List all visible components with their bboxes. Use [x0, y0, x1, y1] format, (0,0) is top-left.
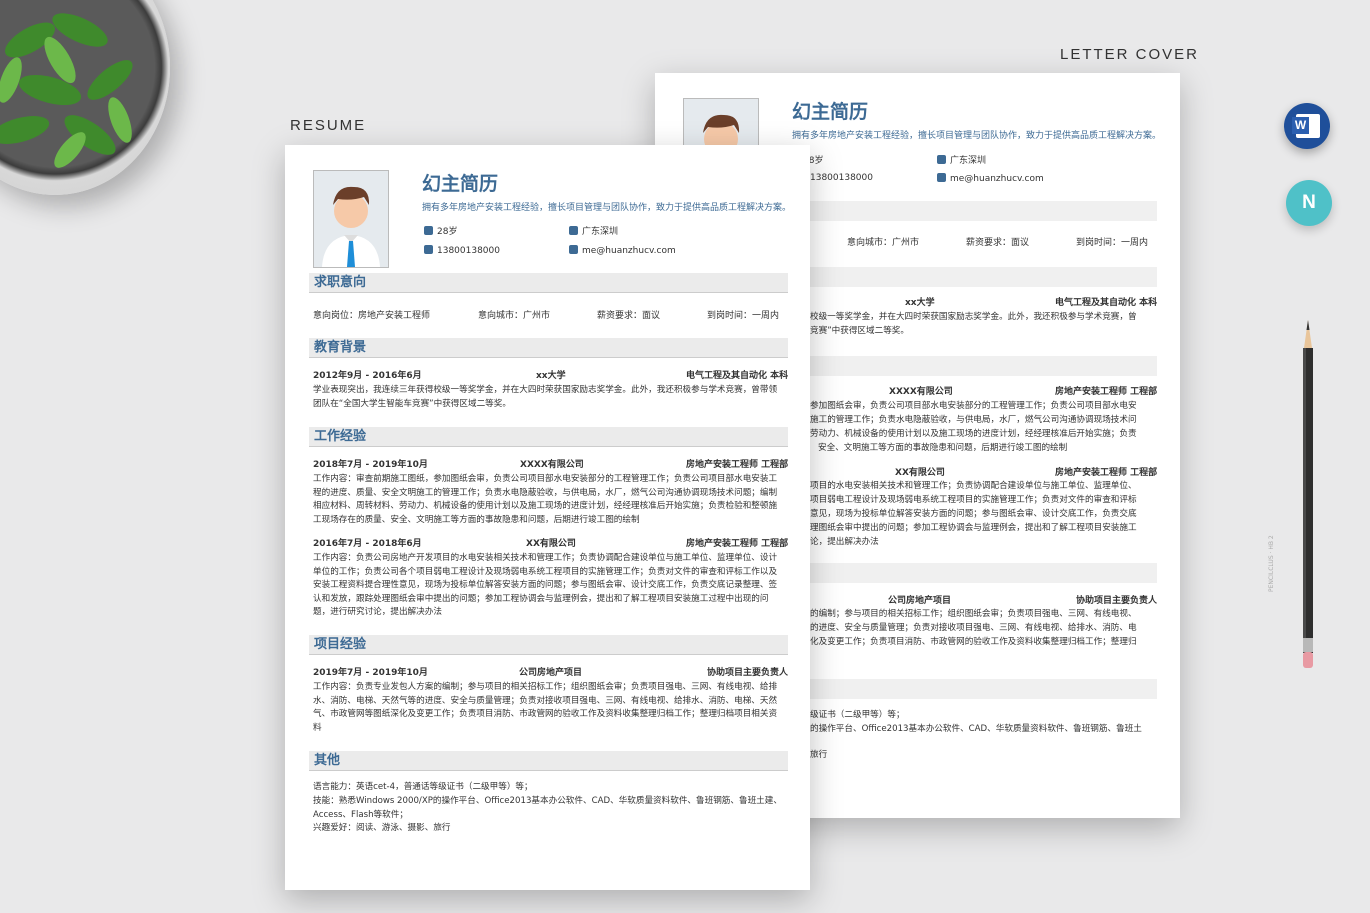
front-resume-page: 幻主简历 拥有多年房地产安装工程经验，擅长项目管理与团队协作，致力于提供高品质工…: [285, 145, 810, 890]
intent-position: 意向岗位：房地产安装工程师: [313, 311, 431, 321]
back-project-line: 的编制；参与项目的相关招标工作；组织图纸会审；负责项目强电、三网、有线电视、: [810, 609, 1137, 619]
resume-label: RESUME: [290, 117, 367, 134]
word-icon[interactable]: W: [1284, 103, 1330, 149]
back-project-role: 协助项目主要负责人: [1076, 596, 1158, 606]
back-w2-company: XX有限公司: [895, 468, 945, 478]
back-w1-line: 劳动力、机械设备的使用计划以及施工现场的进度计划，经经理核准后开始实施；负责: [810, 429, 1137, 439]
back-w2-line: 论，提出解决办法: [810, 537, 879, 547]
edu-school: xx大学: [536, 371, 566, 381]
project-role: 协助项目主要负责人: [707, 668, 789, 678]
intent-city: 意向城市：广州市: [478, 311, 551, 321]
other-hobby: 兴趣爱好：阅读、游泳、摄影、旅行: [313, 823, 451, 833]
back-w1-line: 安全、文明施工等方面的事故隐患和问题，后期进行竣工图的绘制: [818, 443, 1068, 453]
back-intent-city: 意向城市：广州市: [847, 238, 920, 248]
back-edu-line: 竞赛”中获得区域二等奖。: [810, 326, 909, 336]
back-w1-title: 房地产安装工程师 工程部: [1055, 387, 1158, 397]
section-work: 工作经验: [309, 427, 788, 447]
work-title: 房地产安装工程师 工程部: [686, 460, 789, 470]
work-title: 房地产安装工程师 工程部: [686, 539, 789, 549]
back-phone: 13800138000: [810, 173, 873, 183]
email-icon: [937, 173, 946, 182]
avatar: [313, 170, 389, 268]
back-intent-arrival: 到岗时间：一周内: [1076, 238, 1149, 248]
project-name: 公司房地产项目: [519, 668, 583, 678]
section-other: 其他: [309, 751, 788, 771]
work-date: 2016年7月 - 2018年6月: [313, 539, 422, 549]
pencil-text: PENCILCLUS · HB 2: [1268, 535, 1275, 592]
back-w2-line: 理图纸会审中提出的问题；参加工程协调会与监理例会，提出和了解工程项目安装施工: [810, 523, 1137, 533]
resume-name: 幻主简历: [422, 173, 499, 195]
edu-desc: 学业表现突出，我连续三年获得校级一等奖学金，并在大四时荣获国家励志奖学金。此外，…: [313, 385, 778, 409]
back-major: 电气工程及其自动化 本科: [1055, 298, 1158, 308]
section-intent: 求职意向: [309, 273, 788, 293]
work-date: 2018年7月 - 2019年10月: [313, 460, 428, 470]
back-intent-salary: 薪资要求：面议: [966, 238, 1030, 248]
plant-leaves: [0, 13, 133, 168]
section-education: 教育背景: [309, 338, 788, 358]
back-w1-line: 参加图纸会审，负责公司项目部水电安装部分的工程管理工作；负责公司项目部水电安: [810, 401, 1137, 411]
intent-salary: 薪资要求：面议: [597, 311, 661, 321]
back-w2-line: 意见，现场为投标单位解答安装方面的问题；参与图纸会审、设计交底工作，负责交底: [810, 509, 1137, 519]
back-name: 幻主简历: [792, 101, 869, 123]
intent-arrival: 到岗时间：一周内: [707, 311, 780, 321]
back-city: 广东深圳: [950, 156, 987, 166]
section-project: 项目经验: [309, 635, 788, 655]
city: 广东深圳: [582, 227, 619, 237]
work-company: XXXX有限公司: [520, 460, 584, 470]
back-other-line: 的操作平台、Office2013基本办公软件、CAD、华软质量资料软件、鲁班钢筋…: [810, 724, 1142, 734]
location-icon: [937, 155, 946, 164]
work-desc: 工作内容：审查前期施工图纸，参加图纸会审，负责公司项目部水电安装部分的工程管理工…: [313, 474, 778, 525]
work-desc: 工作内容：负责公司房地产开发项目的水电安装相关技术和管理工作；负责协调配合建设单…: [313, 553, 778, 617]
edu-major: 电气工程及其自动化 本科: [686, 371, 789, 381]
phone-icon: [424, 245, 433, 254]
back-other-line: 旅行: [810, 750, 828, 760]
project-date: 2019年7月 - 2019年10月: [313, 668, 428, 678]
edu-date: 2012年9月 - 2016年6月: [313, 371, 422, 381]
phone: 13800138000: [437, 246, 500, 256]
back-w1-company: XXXX有限公司: [889, 387, 953, 397]
other-skills: 技能：熟悉Windows 2000/XP的操作平台、Office2013基本办公…: [313, 796, 782, 820]
back-other-line: 级证书（二级甲等）等；: [810, 710, 905, 720]
letter-cover-label: LETTER COVER: [1060, 46, 1200, 63]
pencil-decoration: [1303, 320, 1313, 668]
back-w1-line: 施工的管理工作；负责水电隐蔽验收，与供电局，水厂，燃气公司沟通协调现场技术问: [810, 415, 1137, 425]
app-icon[interactable]: N: [1286, 180, 1332, 226]
back-subtitle: 拥有多年房地产安装工程经验，擅长项目管理与团队协作，致力于提供高品质工程解决方案…: [792, 131, 1162, 141]
location-icon: [569, 226, 578, 235]
resume-subtitle: 拥有多年房地产安装工程经验，擅长项目管理与团队协作，致力于提供高品质工程解决方案…: [422, 203, 792, 213]
work-company: XX有限公司: [526, 539, 576, 549]
back-project-line: 化及变更工作；负责项目消防、市政管网的验收工作及资料收集整理归档工作；整理归: [810, 637, 1137, 647]
back-email: me@huanzhucv.com: [950, 174, 1044, 184]
back-project-name: 公司房地产项目: [888, 596, 952, 606]
back-w2-line: 项目的水电安装相关技术和管理工作；负责协调配合建设单位与施工单位、监理单位、: [810, 481, 1137, 491]
email: me@huanzhucv.com: [582, 246, 676, 256]
project-desc: 工作内容：负责专业发包人方案的编制；参与项目的相关招标工作；组织图纸会审；负责项…: [313, 682, 778, 733]
back-school: xx大学: [905, 298, 935, 308]
back-w2-title: 房地产安装工程师 工程部: [1055, 468, 1158, 478]
back-edu-line: 校级一等奖学金，并在大四时荣获国家励志奖学金。此外，我还积极参与学术竞赛，曾: [810, 312, 1137, 322]
back-project-line: 的进度、安全与质量管理；负责对接收项目强电、三网、有线电视、给排水、消防、电: [810, 623, 1137, 633]
email-icon: [569, 245, 578, 254]
other-language: 语言能力：英语cet-4，普通话等级证书（二级甲等）等；: [313, 782, 533, 792]
back-w2-line: 项目弱电工程设计及现场弱电系统工程项目的实施管理工作；负责对文件的审查和评标: [810, 495, 1137, 505]
person-icon: [424, 226, 433, 235]
age: 28岁: [437, 227, 458, 237]
